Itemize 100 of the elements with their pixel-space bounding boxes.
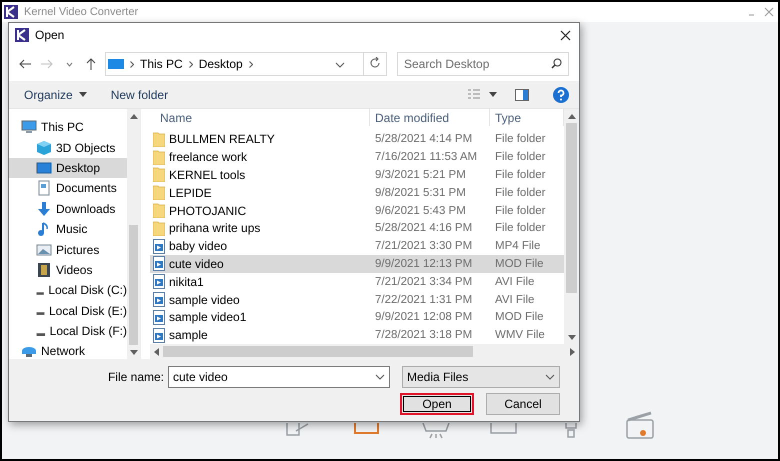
scrollbar[interactable] [127, 109, 140, 359]
breadcrumb[interactable]: Desktop [198, 57, 243, 71]
file-row[interactable]: sample video 7/22/2021 1:31 PM AVI File [150, 290, 564, 308]
column-header[interactable]: Name [150, 109, 370, 126]
file-name-field[interactable]: cute video [168, 366, 390, 388]
view-options-button[interactable] [467, 88, 497, 100]
file-name: cute video [169, 256, 224, 271]
sidebar-item[interactable]: This PC [9, 117, 127, 138]
type-cell-text: AVI File [494, 294, 536, 306]
toolbar-button[interactable]: New folder [110, 88, 168, 102]
scroll-right-icon[interactable] [570, 348, 575, 356]
date-cell-text: 7/21/2021 3:34 PM [374, 276, 474, 288]
file-row[interactable]: prihana write ups 5/28/2021 4:16 PM File folder [150, 219, 564, 238]
picture-icon [36, 242, 52, 258]
scrollbar[interactable] [150, 344, 579, 359]
chevron-icon [130, 60, 134, 68]
file-name: sample [169, 328, 208, 342]
video-file-icon [153, 328, 165, 343]
caret-icon [78, 92, 87, 97]
file-name: sample video [169, 292, 240, 306]
file-row[interactable]: baby video 7/21/2021 3:30 PM MP4 File [150, 237, 564, 256]
video-file-icon [153, 274, 165, 290]
cube-icon [36, 140, 52, 156]
scroll-left-icon[interactable] [154, 348, 159, 356]
dialog-button[interactable]: Cancel [486, 393, 560, 415]
file-row[interactable]: PHOTOJANIC 9/6/2021 5:43 PM File folder [150, 202, 564, 220]
scroll-down-icon[interactable] [568, 334, 576, 340]
sidebar-item[interactable]: Pictures [9, 239, 127, 260]
file-row[interactable]: KERNEL tools 9/3/2021 5:21 PM File folder [150, 166, 564, 184]
file-row[interactable]: freelance work 7/16/2021 11:53 AM File folder [150, 148, 564, 166]
file-row[interactable]: sample video1 9/9/2021 12:08 PM MOD File [150, 308, 564, 326]
type-cell-text: MOD File [494, 258, 545, 270]
search-icon [551, 58, 562, 69]
file-row[interactable]: LEPIDE 9/8/2021 5:31 PM File folder [150, 184, 564, 202]
sidebar-item[interactable]: Music [9, 218, 127, 240]
date-cell-text: 9/9/2021 12:08 PM [374, 311, 474, 324]
type-cell-text: WMV File [494, 329, 546, 342]
address-bar[interactable]: This PC Desktop [105, 52, 364, 76]
column-header[interactable]: Date modified [370, 109, 490, 126]
sidebar-item[interactable]: 3D Objects [9, 137, 127, 158]
date-cell-text: 7/21/2021 3:30 PM [374, 240, 474, 252]
file-row[interactable]: nikita1 7/21/2021 3:34 PM AVI File [150, 272, 564, 291]
video-file-icon [153, 310, 165, 325]
chevron-icon [188, 60, 193, 68]
type-cell-text: File folder [494, 168, 546, 181]
date-cell-text: 5/28/2021 4:16 PM [374, 222, 474, 234]
type-cell-text: File folder [494, 186, 546, 199]
computer-icon [21, 119, 37, 136]
close-icon[interactable] [560, 30, 571, 40]
type-cell-text: File folder [494, 133, 546, 146]
type-cell-text: File folder [494, 204, 546, 217]
file-name: PHOTOJANIC [169, 204, 246, 218]
type-cell-text: File folder [494, 222, 546, 234]
dialog-button[interactable]: Open [400, 393, 474, 415]
monitor-icon [36, 160, 52, 176]
date-cell-text: 7/22/2021 1:31 PM [374, 294, 474, 306]
app-logo-icon [15, 28, 29, 42]
sidebar-item[interactable]: Local Disk (E:) [9, 300, 127, 321]
scroll-down-icon[interactable] [130, 350, 138, 354]
folder-icon [153, 150, 165, 165]
type-cell-text: AVI File [494, 276, 536, 288]
search-field[interactable]: Search Desktop [397, 52, 569, 76]
toolbar-button[interactable]: Organize [24, 88, 87, 102]
date-cell-text: 9/6/2021 5:43 PM [374, 204, 467, 217]
app-title: Kernel Video Converter [24, 6, 140, 18]
type-cell-text: MP4 File [494, 240, 542, 252]
sidebar-item[interactable]: Desktop [9, 158, 127, 178]
file-type-dropdown[interactable]: Media Files [402, 366, 560, 388]
sidebar-item[interactable]: Local Disk (F:) [9, 320, 127, 342]
drive-icon [36, 332, 46, 337]
help-icon[interactable] [553, 86, 569, 102]
back-button[interactable] [17, 59, 33, 69]
preview-pane-icon[interactable] [515, 88, 529, 100]
file-name: LEPIDE [169, 186, 212, 200]
date-cell-text: 7/28/2021 3:18 PM [374, 329, 474, 342]
file-name: BULLMEN REALTY [169, 132, 275, 146]
date-cell-text: 9/3/2021 5:21 PM [374, 168, 467, 181]
file-row[interactable]: BULLMEN REALTY 5/28/2021 4:14 PM File folder [150, 130, 564, 148]
scroll-up-icon[interactable] [568, 114, 576, 118]
sidebar-item[interactable]: Local Disk (C:) [9, 280, 127, 301]
field-label: File name: [108, 370, 164, 384]
sidebar-item[interactable]: Network [9, 341, 127, 359]
scrollbar[interactable] [564, 109, 579, 344]
file-name: nikita1 [169, 274, 204, 289]
dialog-title: Open [35, 28, 66, 42]
chevron-down-icon [66, 62, 72, 66]
file-row[interactable]: sample 7/28/2021 3:18 PM WMV File [150, 326, 564, 344]
arrow-left-icon [19, 59, 31, 69]
sidebar-item[interactable]: Documents [9, 178, 127, 199]
film-icon [36, 262, 52, 278]
folder-icon [153, 220, 165, 236]
sidebar-item[interactable]: Downloads [9, 198, 127, 219]
chevron-down-icon [545, 374, 555, 380]
breadcrumb[interactable]: This PC [140, 57, 183, 71]
refresh-button[interactable] [363, 52, 387, 76]
file-row[interactable]: cute video 9/9/2021 12:13 PM MOD File [150, 255, 564, 273]
monitor-icon [108, 58, 124, 70]
video-file-icon [153, 238, 165, 254]
scroll-up-icon[interactable] [130, 114, 138, 118]
sidebar-item[interactable]: Videos [9, 260, 127, 280]
